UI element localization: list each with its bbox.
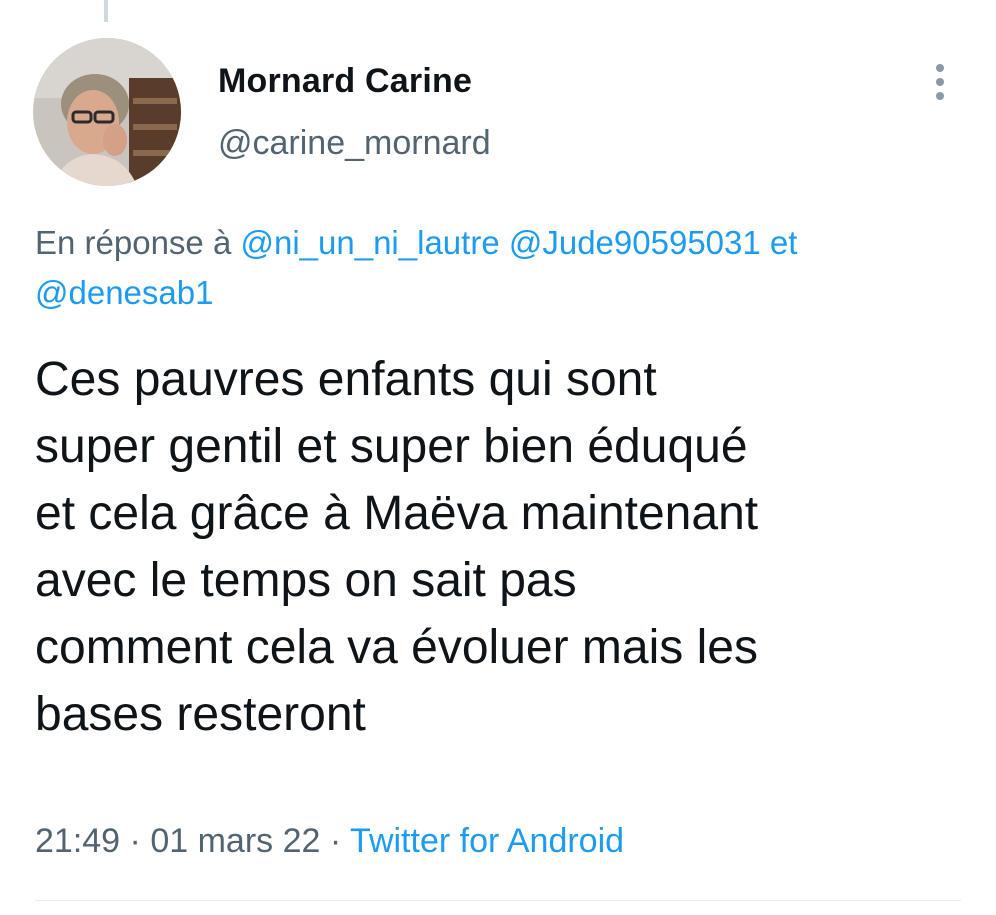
more-vertical-icon-dot (936, 78, 944, 86)
tweet-source-link[interactable]: Twitter for Android (350, 822, 624, 860)
tweet-metadata: 21:49 · 01 mars 22 · Twitter for Android (35, 822, 624, 861)
reply-conjunction: et (769, 224, 798, 261)
more-vertical-icon-dot (936, 92, 944, 100)
mention-link[interactable]: @denesab1 (35, 274, 213, 311)
tweet-text: Ces pauvres enfants qui sont super genti… (35, 353, 759, 741)
tweet-time[interactable]: 21:49 (35, 822, 120, 860)
more-vertical-icon (936, 64, 944, 72)
reply-context: En réponse à @ni_un_ni_lautre @Jude90595… (35, 218, 965, 318)
reply-prefix: En réponse à (35, 224, 232, 261)
author-display-name[interactable]: Mornard Carine (218, 62, 472, 101)
mention-link[interactable]: @ni_un_ni_lautre (240, 224, 499, 261)
tweet-date[interactable]: 01 mars 22 (150, 822, 320, 860)
avatar[interactable] (33, 38, 181, 186)
more-options-button[interactable] (922, 58, 958, 106)
meta-separator: · (129, 822, 141, 860)
avatar-image (33, 38, 181, 186)
mention-link[interactable]: @Jude90595031 (509, 224, 761, 261)
author-handle[interactable]: @carine_mornard (218, 124, 491, 163)
thread-connector-line (104, 0, 108, 22)
divider (35, 900, 961, 901)
meta-separator: · (329, 822, 342, 860)
